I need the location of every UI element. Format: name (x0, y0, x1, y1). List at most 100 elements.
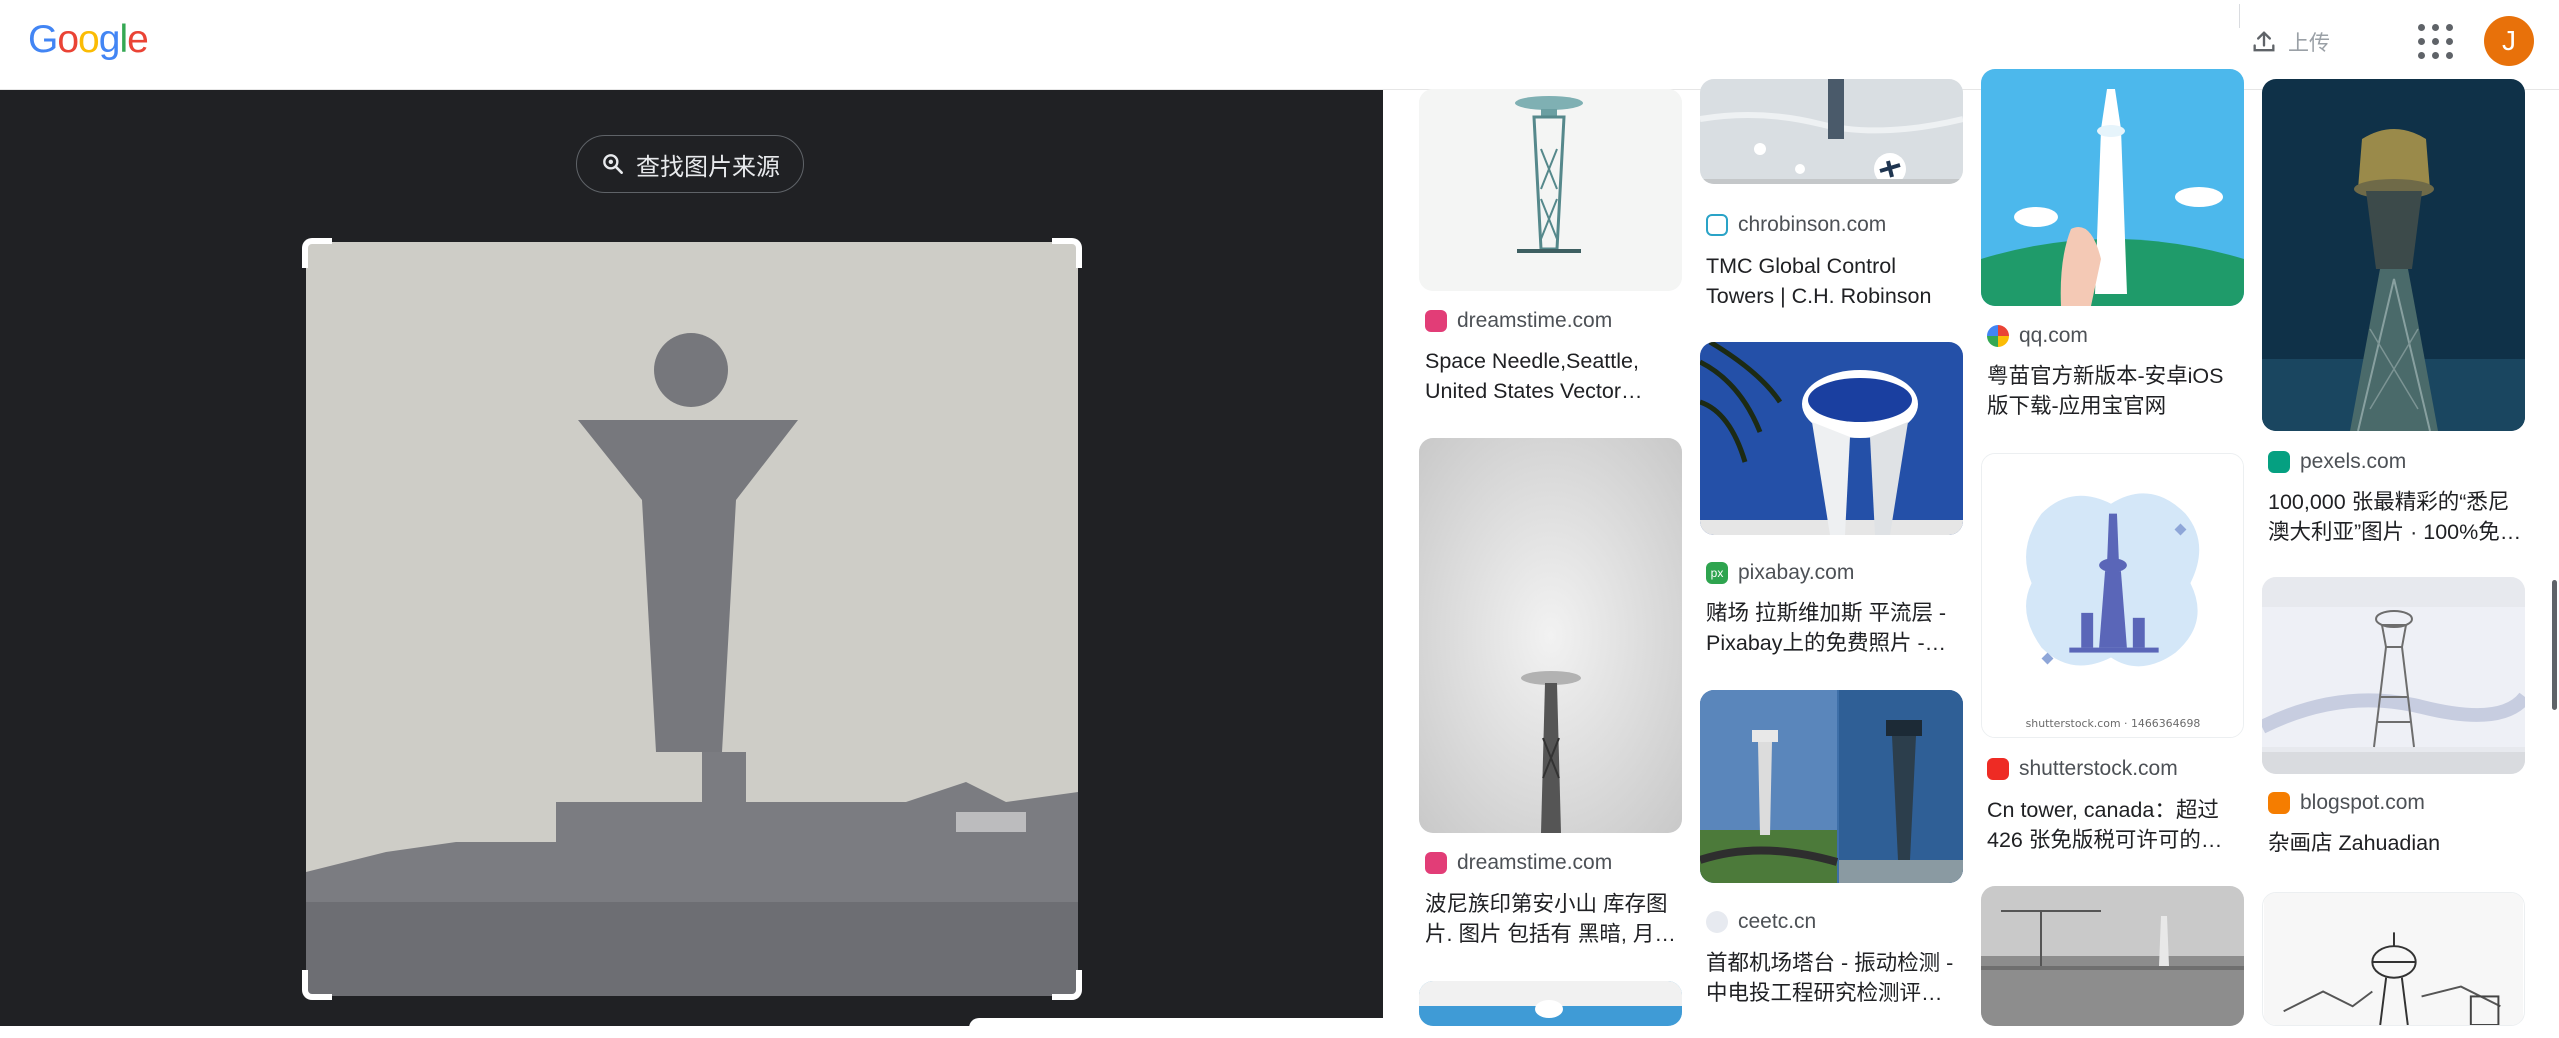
result-title[interactable]: TMC Global Control Towers | C.H. Robinso… (1706, 251, 1961, 311)
result-source[interactable]: dreamstime.com (1425, 851, 1612, 875)
result-thumbnail (1419, 438, 1682, 833)
foggy-tower-image (1419, 438, 1682, 833)
result-title[interactable]: Cn tower, canada：超过 426 张免版税可许可的库… (1987, 795, 2242, 855)
result-thumbnail (1981, 69, 2244, 306)
space-needle-image (1419, 89, 1682, 291)
result-thumbnail: shutterstock.com · 1466364698 (1981, 453, 2244, 738)
result-card[interactable]: pexels.com 100,000 张最精彩的“悉尼澳大利亚”图片 · 100… (2262, 79, 2527, 559)
result-card[interactable] (2262, 892, 2527, 1026)
result-site: qq.com (2019, 324, 2088, 347)
result-site: dreamstime.com (1457, 309, 1613, 332)
tower-thumbnail-partial (1419, 981, 1682, 1026)
result-source[interactable]: dreamstime.com (1425, 309, 1612, 333)
result-site: shutterstock.com (2019, 757, 2178, 780)
result-title[interactable]: 粤苗官方新版本-安卓iOS版下载-应用宝官网 (1987, 361, 2242, 421)
shutterstock-id-watermark: shutterstock.com · 1466364698 (2026, 717, 2201, 730)
result-source[interactable]: qq.com (1987, 324, 2088, 348)
result-thumbnail (2262, 892, 2525, 1026)
result-thumbnail (1419, 89, 1682, 291)
pixabay-favicon: px (1706, 562, 1728, 584)
find-source-label: 查找图片来源 (636, 153, 780, 181)
crop-handle-top-left[interactable] (302, 238, 332, 268)
result-site: ceetc.cn (1738, 910, 1817, 933)
result-site: dreamstime.com (1457, 851, 1613, 874)
result-title[interactable]: 100,000 张最精彩的“悉尼澳大利亚”图片 · 100%免… (2268, 487, 2523, 547)
result-thumbnail (1981, 886, 2244, 1026)
result-title[interactable]: 杂画店 Zahuadian (2268, 828, 2523, 858)
result-title[interactable]: 波尼族印第安小山 库存图片. 图片 包括有 黑暗, 月… (1425, 889, 1680, 949)
crop-handle-top-right[interactable] (1052, 238, 1082, 268)
result-source[interactable]: chrobinson.com (1706, 213, 1886, 237)
result-thumbnail (1419, 981, 1682, 1026)
result-source[interactable]: px pixabay.com (1706, 561, 1854, 585)
upload-label: 上传 (2288, 32, 2330, 55)
construction-site-image (1981, 886, 2244, 1026)
qq-favicon (1987, 325, 2009, 347)
result-thumbnail (1700, 342, 1963, 535)
upload-button[interactable]: 上传 (2250, 20, 2360, 64)
avatar-initial: J (2502, 25, 2516, 56)
result-site: pexels.com (2300, 450, 2407, 473)
result-title[interactable]: 赌场 拉斯维加斯 平流层 - Pixabay上的免费照片 -… (1706, 598, 1961, 658)
result-site: chrobinson.com (1738, 213, 1887, 236)
sydney-tower-night-image (2262, 79, 2525, 431)
dreamstime-favicon (1425, 310, 1447, 332)
result-card[interactable] (1419, 981, 1684, 1026)
stratosphere-tower-image (1700, 342, 1963, 535)
result-site: blogspot.com (2300, 791, 2425, 814)
crop-selection[interactable] (302, 238, 1082, 1000)
logo-letter: G (28, 18, 58, 61)
result-thumbnail (1700, 79, 1963, 184)
query-image-control-tower (306, 242, 1078, 996)
result-title[interactable]: Space Needle,Seattle, United States Vect… (1425, 346, 1680, 406)
header-divider (2239, 4, 2240, 28)
find-image-source-button[interactable]: 查找图片来源 (576, 135, 804, 193)
crop-handle-bottom-left[interactable] (302, 970, 332, 1000)
cn-tower-illustration: shutterstock.com · 1466364698 (1982, 454, 2243, 737)
airport-towers-image (1700, 690, 1963, 883)
results-scrollbar[interactable] (2552, 580, 2557, 710)
result-thumbnail (1700, 690, 1963, 883)
upload-icon (2253, 31, 2275, 52)
chrobinson-favicon (1706, 214, 1728, 236)
result-source[interactable]: ceetc.cn (1706, 910, 1816, 934)
results-column-3: qq.com 粤苗官方新版本-安卓iOS版下载-应用宝官网 shuttersto… (1981, 69, 2246, 1026)
tower-sketch-image (2262, 577, 2525, 774)
world-map-tower-image (1700, 79, 1963, 184)
logo-letter: g (98, 18, 121, 61)
avatar[interactable]: J (2484, 16, 2534, 66)
result-thumbnail (2262, 577, 2525, 774)
result-thumbnail (2262, 79, 2525, 431)
logo-letter: l (119, 18, 128, 61)
hand-tower-app-icon (1981, 69, 2244, 306)
results-column-1: dreamstime.com Space Needle,Seattle, Uni… (1419, 89, 1684, 1026)
lens-image-panel: 查找图片来源 (0, 90, 1383, 1026)
ceetc-favicon (1706, 911, 1728, 933)
bayterek-tower-sketch (2263, 893, 2524, 1025)
result-card[interactable]: shutterstock.com · 1466364698 shuttersto… (1981, 453, 2246, 873)
apps-grid-icon[interactable] (2418, 24, 2454, 60)
results-column-2: chrobinson.com TMC Global Control Towers… (1700, 79, 1965, 1026)
result-card[interactable]: chrobinson.com TMC Global Control Towers… (1700, 79, 1965, 314)
result-title[interactable]: 首都机场塔台 - 振动检测 - 中电投工程研究检测评… (1706, 948, 1961, 1008)
logo-letter: o (57, 18, 79, 61)
shutterstock-favicon (1987, 758, 2009, 780)
lens-search-icon (603, 154, 623, 174)
result-source[interactable]: pexels.com (2268, 450, 2406, 474)
logo-letter: o (78, 18, 100, 61)
results-column-4: pexels.com 100,000 张最精彩的“悉尼澳大利亚”图片 · 100… (2262, 79, 2527, 1026)
result-source[interactable]: blogspot.com (2268, 791, 2425, 815)
result-card[interactable]: qq.com 粤苗官方新版本-安卓iOS版下载-应用宝官网 (1981, 69, 2246, 421)
google-logo[interactable]: Google (28, 18, 149, 62)
crop-handle-bottom-right[interactable] (1052, 970, 1082, 1000)
pexels-favicon (2268, 451, 2290, 473)
result-card[interactable] (1981, 886, 2246, 1026)
result-site: pixabay.com (1738, 561, 1855, 584)
result-card[interactable]: ceetc.cn 首都机场塔台 - 振动检测 - 中电投工程研究检测评… (1700, 690, 1965, 1026)
dreamstime-favicon (1425, 852, 1447, 874)
result-card[interactable]: dreamstime.com Space Needle,Seattle, Uni… (1419, 89, 1684, 409)
result-source[interactable]: shutterstock.com (1987, 757, 2178, 781)
blogspot-favicon (2268, 792, 2290, 814)
result-card[interactable]: dreamstime.com 波尼族印第安小山 库存图片. 图片 包括有 黑暗,… (1419, 438, 1684, 946)
logo-letter: e (127, 18, 149, 61)
